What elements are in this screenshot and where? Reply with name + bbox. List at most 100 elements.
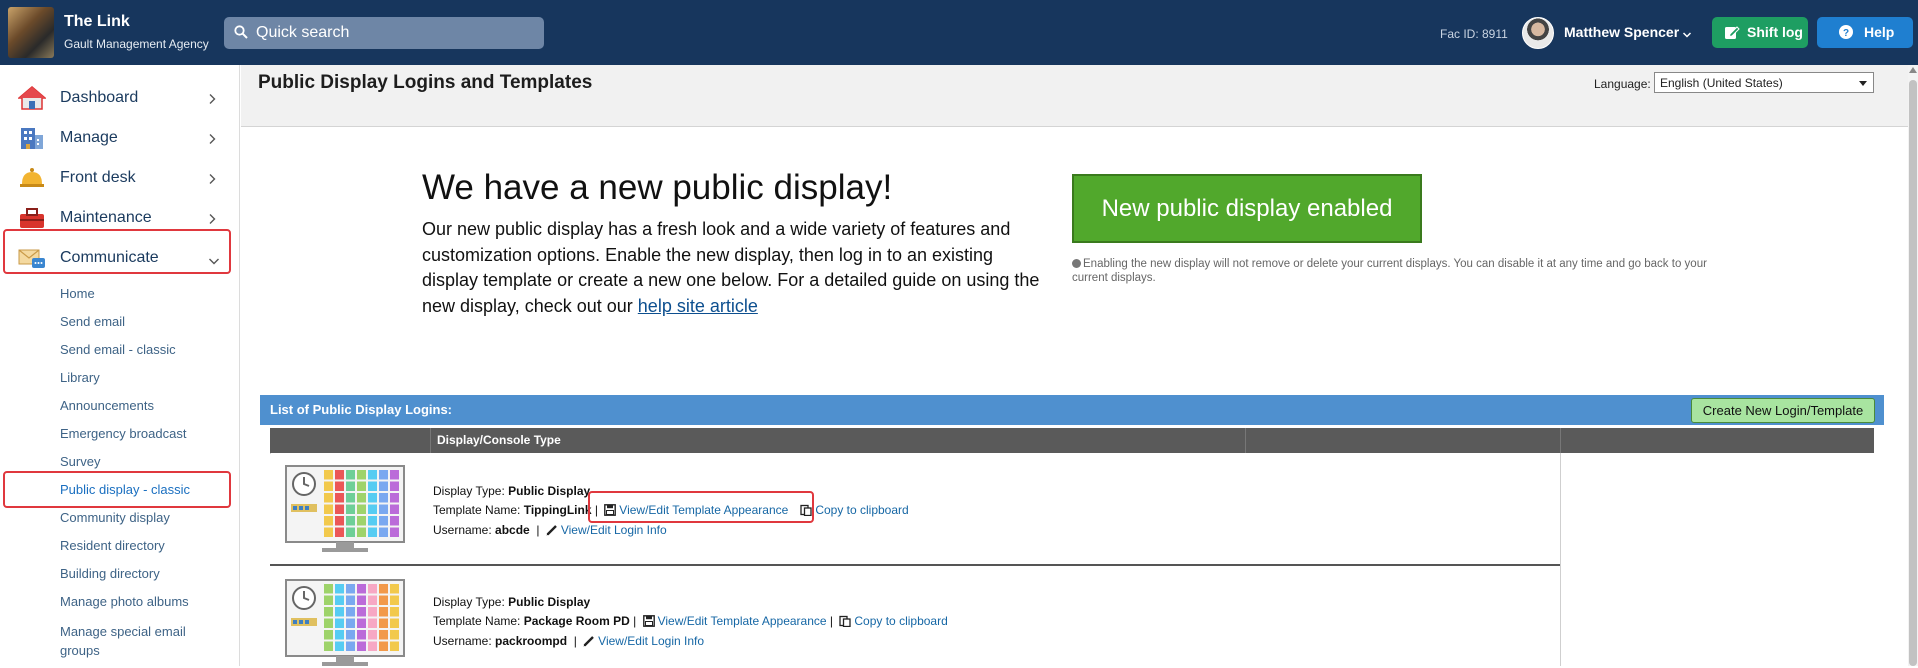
scroll-up-arrow-icon[interactable]	[1909, 67, 1917, 73]
promo-note-text: Enabling the new display will not remove…	[1072, 258, 1707, 284]
top-header: The Link Gault Management Agency Quick s…	[0, 0, 1918, 65]
sidebar-subitem-building-directory[interactable]: Building directory	[60, 566, 160, 581]
display-type-label: Display Type:	[433, 484, 505, 498]
sidebar-item-label: Dashboard	[60, 89, 139, 106]
new-public-display-button[interactable]: New public display enabled	[1072, 174, 1422, 243]
sidebar-subitem-emergency-broadcast[interactable]: Emergency broadcast	[60, 426, 186, 441]
template-name-label: Template Name:	[433, 614, 521, 628]
sidebar-subitem-announcements[interactable]: Announcements	[60, 398, 154, 413]
language-select[interactable]: English (United States)	[1654, 72, 1874, 93]
list-header: List of Public Display Logins: Create Ne…	[260, 395, 1884, 425]
sidebar-item-label: Maintenance	[60, 209, 152, 226]
highlight-box-public-display	[3, 471, 231, 508]
sidebar-subitem-survey[interactable]: Survey	[60, 454, 100, 469]
promo-note: Enabling the new display will not remove…	[1072, 257, 1722, 285]
page-title: Public Display Logins and Templates	[258, 72, 593, 93]
promo-text: Our new public display has a fresh look …	[422, 217, 1047, 319]
help-label: Help	[1864, 24, 1895, 40]
facility-id: Fac ID: 8911	[1440, 27, 1508, 41]
display-type-line: Display Type: Public Display	[433, 484, 590, 498]
display-type-value: Public Display	[508, 484, 591, 498]
sidebar-subitem-library[interactable]: Library	[60, 370, 100, 385]
view-edit-login-link[interactable]: View/Edit Login Info	[561, 523, 667, 537]
clipboard-icon	[839, 615, 852, 628]
question-circle-icon: ?	[1839, 25, 1853, 42]
user-name[interactable]: Matthew Spencer	[1564, 24, 1679, 40]
copy-to-clipboard-link[interactable]: Copy to clipboard	[815, 503, 908, 517]
sidebar-subitem-manage-special-email-groups[interactable]: Manage special email groups	[60, 622, 210, 660]
display-type-line: Display Type: Public Display	[433, 595, 590, 609]
shift-log-label: Shift log	[1747, 24, 1803, 40]
quick-search-input[interactable]: Quick search	[224, 17, 544, 49]
view-edit-template-link[interactable]: View/Edit Template Appearance	[658, 614, 827, 628]
language-value: English (United States)	[1660, 76, 1783, 90]
display-type-value: Public Display	[508, 595, 591, 609]
sidebar-subitem-manage-photo-albums[interactable]: Manage photo albums	[60, 594, 189, 609]
template-name-value: Package Room PD	[523, 614, 630, 628]
pen-icon	[583, 635, 595, 647]
sidebar-item-label: Manage	[60, 129, 118, 146]
toolbox-icon	[18, 206, 46, 230]
bell-icon	[18, 166, 46, 190]
info-icon	[1072, 259, 1081, 268]
shift-log-button[interactable]: Shift log	[1712, 17, 1808, 48]
help-site-link[interactable]: help site article	[638, 296, 758, 316]
username-label: Username:	[433, 634, 492, 648]
user-avatar[interactable]	[1522, 17, 1554, 49]
promo-heading: We have a new public display!	[422, 168, 893, 207]
house-icon	[16, 86, 48, 110]
brand-title: The Link	[64, 13, 130, 30]
dropdown-caret-icon	[1859, 81, 1867, 86]
username-value: abcde	[495, 523, 530, 537]
template-name-value: TippingLink	[523, 503, 592, 517]
search-placeholder: Quick search	[256, 24, 350, 41]
language-label: Language:	[1594, 77, 1651, 91]
username-value: packroompd	[495, 634, 568, 648]
sidebar-item-front-desk[interactable]: Front desk	[0, 160, 240, 196]
list-title: List of Public Display Logins:	[270, 402, 453, 417]
search-icon	[234, 25, 248, 44]
chevron-right-icon	[208, 172, 216, 190]
svg-text:?: ?	[1843, 28, 1849, 39]
highlight-box-communicate	[3, 229, 231, 274]
brand-logo[interactable]	[8, 7, 54, 58]
template-name-line: Template Name: Package Room PD | View/Ed…	[433, 614, 948, 628]
column-header-display-type: Display/Console Type	[437, 433, 561, 447]
chevron-right-icon	[208, 132, 216, 150]
display-thumbnail[interactable]	[284, 464, 406, 554]
view-edit-login-link[interactable]: View/Edit Login Info	[598, 634, 704, 648]
sidebar-subitem-home[interactable]: Home	[60, 286, 95, 301]
table-empty-column	[1560, 453, 1874, 666]
username-line: Username: abcde | View/Edit Login Info	[433, 523, 667, 537]
building-icon	[18, 126, 46, 150]
column-separator	[1245, 428, 1246, 453]
sidebar-item-dashboard[interactable]: Dashboard	[0, 80, 240, 116]
table-column-header: Display/Console Type	[270, 428, 1874, 453]
table-row: Display Type: Public Display Template Na…	[270, 566, 1560, 666]
copy-to-clipboard-link[interactable]: Copy to clipboard	[854, 614, 947, 628]
username-line: Username: packroompd | View/Edit Login I…	[433, 634, 705, 648]
chevron-down-icon[interactable]	[1682, 26, 1692, 44]
create-login-template-button[interactable]: Create New Login/Template	[1691, 398, 1875, 423]
sidebar: Dashboard Manage Front desk Maintenance …	[0, 65, 240, 666]
column-separator	[1560, 428, 1561, 453]
edit-note-icon	[1724, 25, 1740, 43]
pen-icon	[546, 524, 558, 536]
sidebar-subitem-send-email-classic[interactable]: Send email - classic	[60, 342, 176, 357]
sidebar-subitem-resident-directory[interactable]: Resident directory	[60, 538, 165, 553]
sidebar-item-label: Front desk	[60, 169, 136, 186]
sidebar-subitem-community-display[interactable]: Community display	[60, 510, 170, 525]
brand-subtitle: Gault Management Agency	[64, 37, 209, 51]
scrollbar-thumb[interactable]	[1909, 80, 1917, 666]
table-row: Display Type: Public Display Template Na…	[270, 454, 1560, 564]
chevron-right-icon	[208, 92, 216, 110]
template-name-label: Template Name:	[433, 503, 521, 517]
help-button[interactable]: ? Help	[1817, 17, 1913, 48]
display-type-label: Display Type:	[433, 595, 505, 609]
sidebar-item-manage[interactable]: Manage	[0, 120, 240, 156]
sidebar-subitem-send-email[interactable]: Send email	[60, 314, 125, 329]
display-thumbnail[interactable]	[284, 578, 406, 668]
column-separator	[430, 428, 431, 453]
username-label: Username:	[433, 523, 492, 537]
highlight-box-view-edit-template	[588, 491, 814, 523]
